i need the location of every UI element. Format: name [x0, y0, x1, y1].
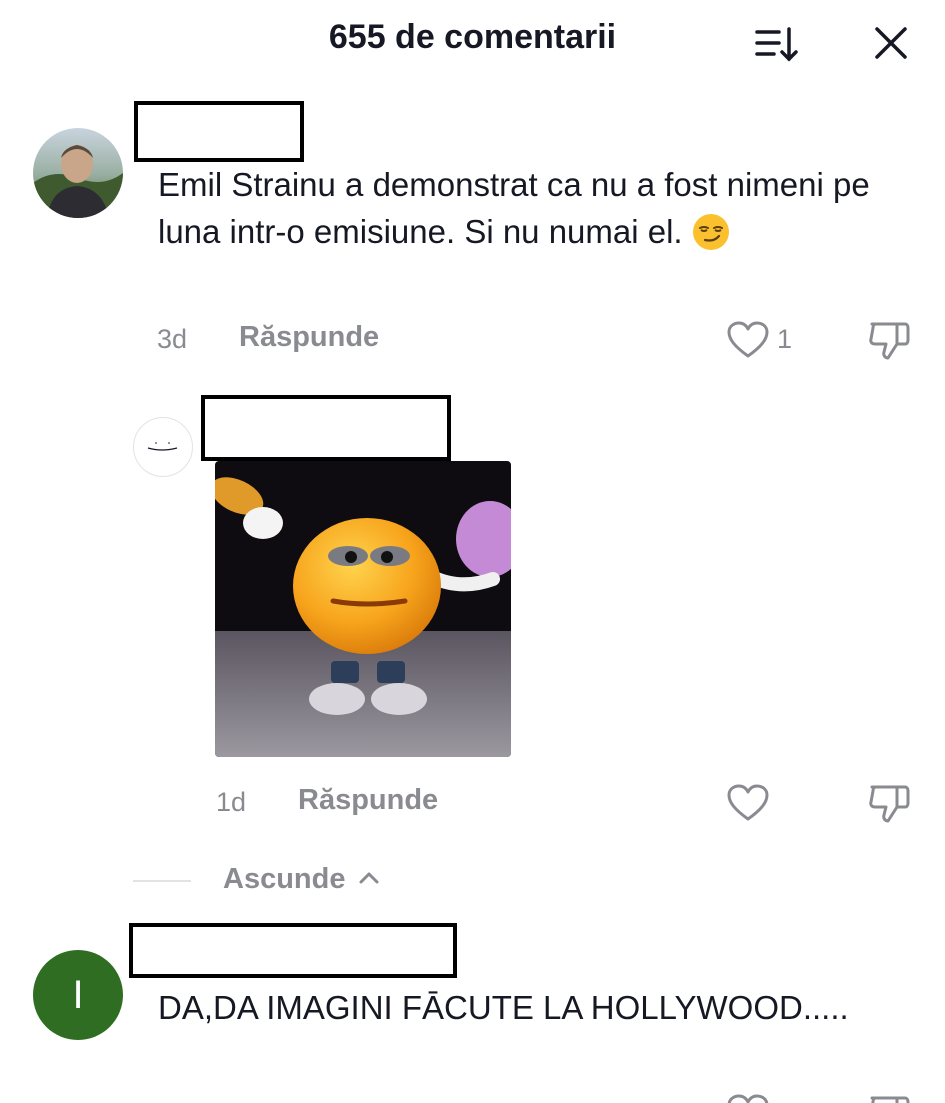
comments-count-title: 655 de comentarii [328, 18, 617, 56]
thumbs-down-icon [869, 322, 910, 360]
dislike-button[interactable] [866, 1093, 912, 1103]
reply-button[interactable]: Răspunde [239, 321, 379, 354]
thumbs-down-icon [869, 785, 910, 823]
close-icon [875, 27, 907, 59]
heart-icon [727, 1094, 769, 1103]
close-button[interactable] [866, 22, 916, 66]
like-button[interactable] [726, 1093, 770, 1103]
username-redacted [129, 923, 457, 978]
heart-icon [727, 784, 769, 821]
hide-replies-label: Ascunde [223, 863, 346, 895]
comment-body: Emil Strainu a demonstrat ca nu a fost n… [158, 166, 870, 250]
dislike-button[interactable] [866, 782, 912, 824]
username-redacted [201, 395, 451, 461]
reply-button[interactable]: Răspunde [298, 784, 438, 817]
chevron-up-icon [359, 872, 379, 884]
smirking-face-icon [692, 213, 730, 251]
comments-panel: 655 de comentarii Emil Strainu a demonst… [0, 0, 945, 1103]
dislike-button[interactable] [866, 319, 912, 361]
like-count: 1 [777, 324, 793, 354]
divider [133, 880, 191, 882]
avatar[interactable] [33, 128, 123, 218]
reply-image[interactable] [215, 461, 511, 757]
hide-replies-button[interactable]: Ascunde [223, 863, 380, 896]
heart-icon [727, 321, 769, 358]
thumbs-down-icon [870, 1096, 910, 1103]
comment-text: Emil Strainu a demonstrat ca nu a fost n… [158, 161, 918, 255]
comment-time: 1d [216, 787, 247, 817]
like-button[interactable] [726, 783, 770, 823]
comment-time: 3d [157, 324, 188, 354]
avatar[interactable]: I [33, 950, 123, 1040]
like-button[interactable] [726, 320, 770, 360]
comment-text: DA,DA IMAGINI FĀCUTE LA HOLLYWOOD..... [158, 989, 849, 1026]
sort-button[interactable] [752, 22, 802, 66]
username-redacted [134, 101, 304, 162]
sort-icon [755, 27, 798, 62]
avatar[interactable] [133, 417, 193, 477]
